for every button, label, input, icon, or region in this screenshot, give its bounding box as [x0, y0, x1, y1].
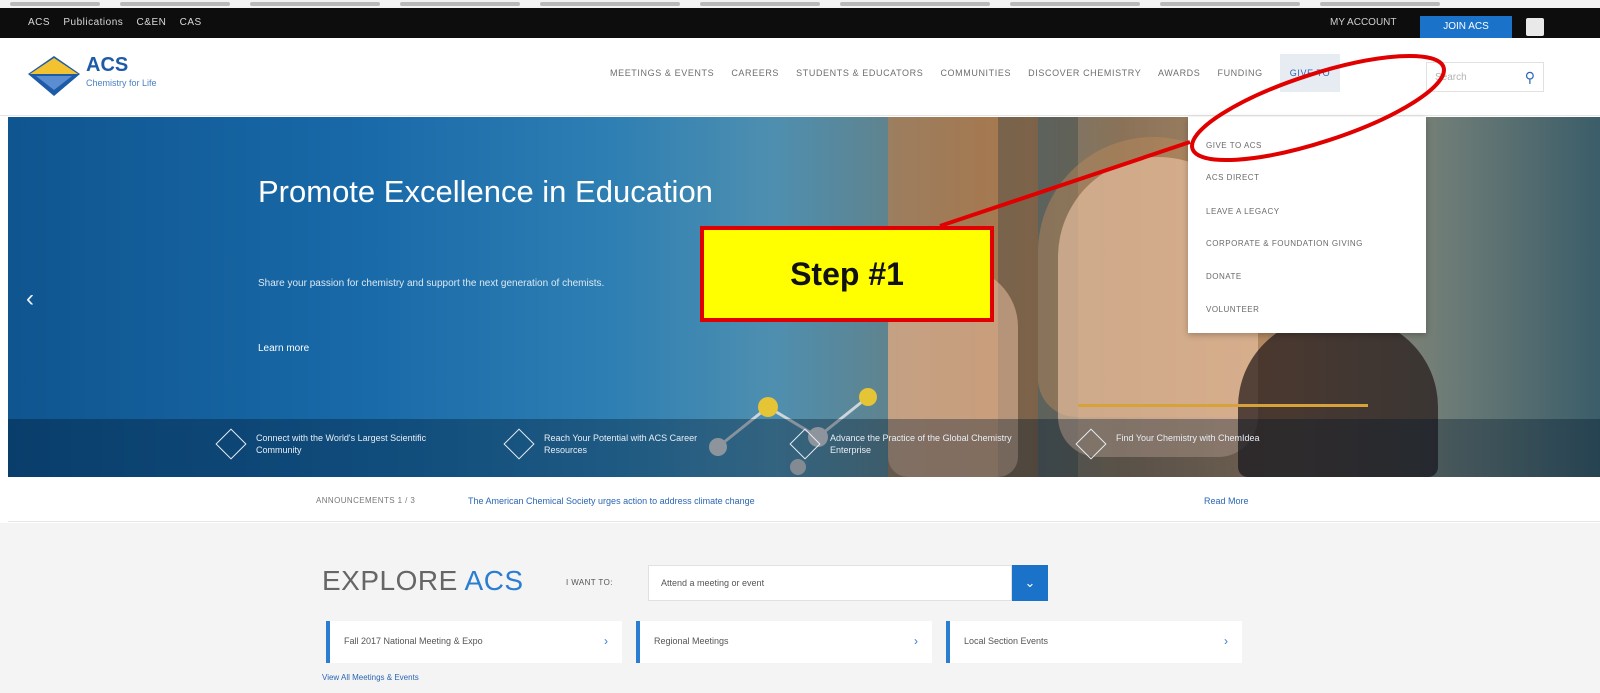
- chevron-right-icon: ›: [914, 634, 918, 648]
- bookmarks-bar: [0, 0, 1600, 8]
- i-want-to-select[interactable]: Attend a meeting or event: [648, 565, 1012, 601]
- nav-item-give[interactable]: GIVE TO: [1279, 54, 1341, 92]
- diamond-icon: [789, 428, 821, 460]
- announcement-label: ANNOUNCEMENTS 1 / 3: [316, 496, 416, 505]
- quick-link-label: Advance the Practice of the Global Chemi…: [830, 433, 1012, 455]
- explore-card-local-events[interactable]: Local Section Events ›: [946, 621, 1242, 663]
- card-label: Local Section Events: [964, 636, 1049, 646]
- main-nav: MEETINGS & EVENTS CAREERS STUDENTS & EDU…: [610, 54, 1354, 92]
- nav-item-communities[interactable]: COMMUNITIES: [940, 68, 1011, 78]
- nav-item-meetings[interactable]: MEETINGS & EVENTS: [610, 68, 714, 78]
- join-button[interactable]: JOIN ACS: [1420, 16, 1512, 38]
- hero-subtitle: Share your passion for chemistry and sup…: [258, 278, 605, 289]
- hero-accent-bar: [1078, 404, 1368, 407]
- announcement-message-link[interactable]: The American Chemical Society urges acti…: [468, 496, 755, 506]
- logo-tagline: Chemistry for Life: [86, 78, 157, 88]
- search-input[interactable]: Search ⚲: [1426, 62, 1544, 92]
- utility-link[interactable]: C&EN: [137, 17, 167, 28]
- site-header: ACS Chemistry for Life MEETINGS & EVENTS…: [0, 38, 1600, 116]
- i-want-to-label: I WANT TO:: [566, 578, 613, 587]
- acs-logo[interactable]: ACS Chemistry for Life: [28, 50, 198, 102]
- utility-links: ACS Publications C&EN CAS: [28, 17, 212, 28]
- search-icon[interactable]: ⚲: [1525, 69, 1535, 86]
- quick-link-label: Find Your Chemistry with ChemIdea: [1116, 433, 1260, 443]
- view-all-events-link[interactable]: View All Meetings & Events: [322, 673, 419, 682]
- diamond-icon: [503, 428, 535, 460]
- select-value: Attend a meeting or event: [661, 578, 765, 588]
- dropdown-item-donate[interactable]: DONATE: [1206, 272, 1242, 281]
- logo-text: ACS: [86, 54, 129, 76]
- dropdown-item-give-to-acs[interactable]: GIVE TO ACS: [1206, 141, 1262, 150]
- my-account-link[interactable]: MY ACCOUNT: [1330, 17, 1397, 28]
- diamond-icon: [1075, 428, 1107, 460]
- chevron-right-icon: ›: [1224, 634, 1228, 648]
- quick-link-label: Reach Your Potential with ACS Career Res…: [544, 433, 698, 455]
- dropdown-item-legacy[interactable]: LEAVE A LEGACY: [1206, 207, 1280, 216]
- nav-item-awards[interactable]: AWARDS: [1158, 68, 1200, 78]
- explore-section: EXPLORE ACS I WANT TO: Attend a meeting …: [0, 523, 1600, 693]
- card-label: Fall 2017 National Meeting & Expo: [344, 636, 483, 646]
- nav-item-careers[interactable]: CAREERS: [731, 68, 779, 78]
- hero-title: Promote Excellence in Education: [258, 174, 713, 209]
- nav-item-students[interactable]: STUDENTS & EDUCATORS: [796, 68, 923, 78]
- logo-icon: [28, 56, 80, 96]
- announcement-read-more-link[interactable]: Read More: [1204, 496, 1249, 506]
- announcement-pager[interactable]: 1 / 3: [398, 496, 416, 505]
- announcement-bar: ANNOUNCEMENTS 1 / 3 The American Chemica…: [8, 480, 1600, 522]
- card-label: Regional Meetings: [654, 636, 729, 646]
- utility-bar: ACS Publications C&EN CAS MY ACCOUNT JOI…: [0, 8, 1600, 38]
- give-to-dropdown: GIVE TO ACS ACS DIRECT LEAVE A LEGACY CO…: [1188, 117, 1426, 333]
- nav-item-discover[interactable]: DISCOVER CHEMISTRY: [1028, 68, 1141, 78]
- search-placeholder: Search: [1435, 72, 1467, 83]
- user-icon[interactable]: [1526, 18, 1544, 36]
- utility-link[interactable]: CAS: [180, 17, 202, 28]
- step-label: Step #1: [790, 256, 904, 292]
- nav-item-funding[interactable]: FUNDING: [1217, 68, 1262, 78]
- dropdown-item-corporate-giving[interactable]: CORPORATE & FOUNDATION GIVING: [1206, 239, 1363, 248]
- chevron-right-icon: ›: [604, 634, 608, 648]
- diamond-icon: [215, 428, 247, 460]
- dropdown-item-volunteer[interactable]: VOLUNTEER: [1206, 305, 1259, 314]
- utility-link[interactable]: Publications: [63, 17, 123, 28]
- explore-card-national-meeting[interactable]: Fall 2017 National Meeting & Expo ›: [326, 621, 622, 663]
- select-dropdown-button[interactable]: ⌄: [1012, 565, 1048, 601]
- quick-link-enterprise[interactable]: Advance the Practice of the Global Chemi…: [789, 428, 1024, 460]
- quick-link-label: Connect with the World's Largest Scienti…: [256, 433, 427, 455]
- dropdown-item-acs-direct[interactable]: ACS DIRECT: [1206, 173, 1259, 182]
- quick-link-chemidea[interactable]: Find Your Chemistry with ChemIdea: [1075, 428, 1310, 460]
- step-callout-box: Step #1: [700, 226, 994, 322]
- quick-link-community[interactable]: Connect with the World's Largest Scienti…: [215, 428, 450, 460]
- carousel-prev-icon[interactable]: ‹: [26, 285, 34, 313]
- explore-heading: EXPLORE ACS: [322, 565, 524, 596]
- quick-link-careers[interactable]: Reach Your Potential with ACS Career Res…: [503, 428, 738, 460]
- explore-card-regional-meetings[interactable]: Regional Meetings ›: [636, 621, 932, 663]
- utility-link[interactable]: ACS: [28, 17, 50, 28]
- hero-learn-more-link[interactable]: Learn more: [258, 343, 309, 354]
